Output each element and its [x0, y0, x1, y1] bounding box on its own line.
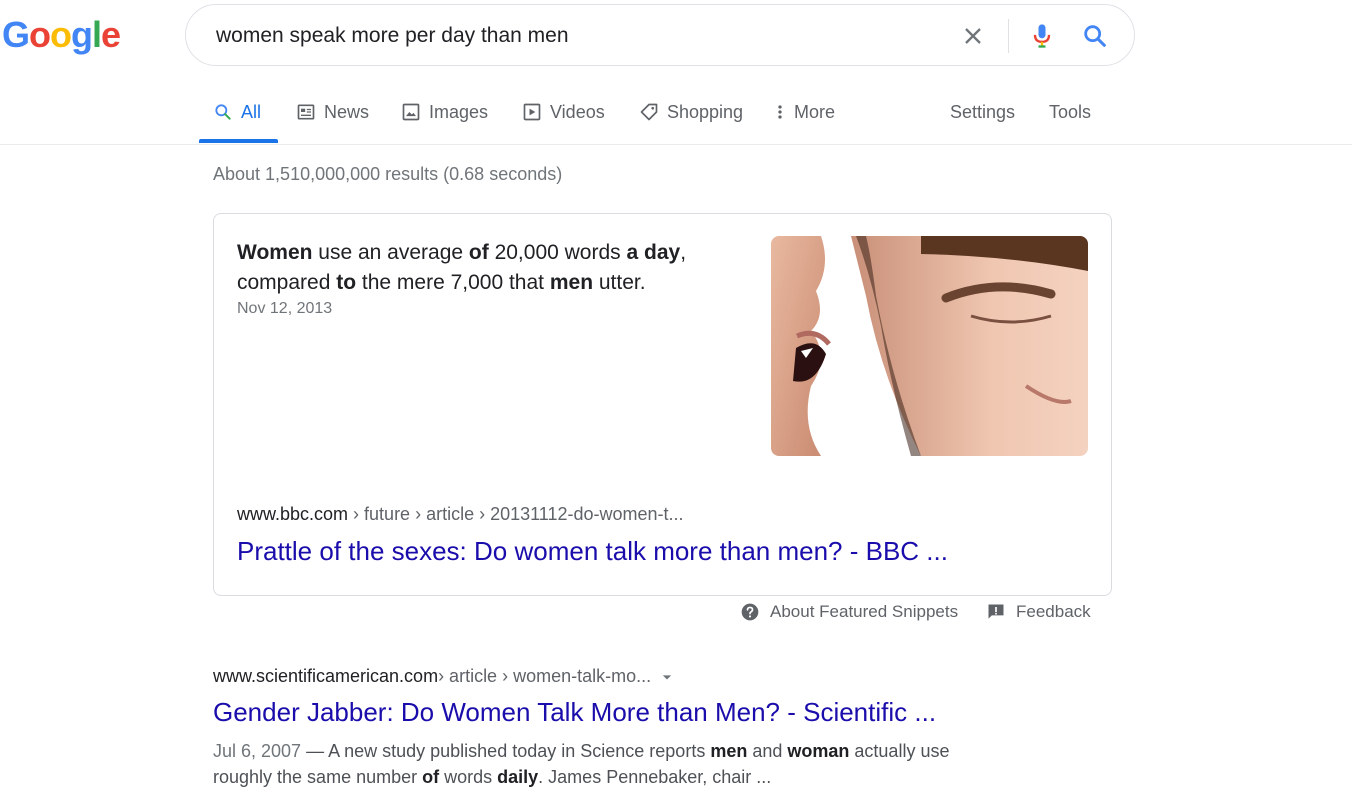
- logo-letter: e: [101, 14, 121, 55]
- tab-label: Videos: [550, 101, 605, 122]
- microphone-icon[interactable]: [1028, 22, 1056, 50]
- logo-letter: o: [50, 14, 72, 55]
- search-divider: [1008, 19, 1009, 53]
- search-box: [185, 4, 1135, 66]
- news-icon: [297, 104, 315, 120]
- help-icon: [741, 603, 759, 621]
- snippet-image[interactable]: [771, 236, 1088, 456]
- result-snippet-part: woman: [787, 741, 850, 761]
- google-logo[interactable]: Google: [2, 14, 124, 56]
- result-citation: www.scientificamerican.com › article › w…: [213, 666, 677, 687]
- snippet-text-part: 20,000 words: [488, 241, 627, 264]
- video-icon: [523, 103, 541, 121]
- result-snippet-part: . James Pennebaker, chair ...: [538, 767, 772, 787]
- tab-more[interactable]: More: [774, 100, 835, 124]
- cite-path: › article › women-talk-mo...: [438, 666, 652, 686]
- tag-icon: [640, 103, 658, 121]
- feedback-label: Feedback: [1016, 602, 1091, 621]
- snippet-text: Women use an average of 20,000 words a d…: [237, 238, 717, 298]
- tab-label: More: [794, 101, 836, 122]
- search-icon: [215, 104, 231, 120]
- cite-domain: www.scientificamerican.com: [213, 666, 439, 686]
- search-input[interactable]: [214, 19, 918, 53]
- tab-label: News: [324, 101, 370, 122]
- snippet-citation: www.bbc.com › future › article › 2013111…: [237, 504, 684, 525]
- result-snippet-part: men: [710, 741, 748, 761]
- tab-label: Images: [429, 101, 489, 122]
- about-featured-snippets-link[interactable]: About Featured Snippets: [740, 600, 958, 624]
- tab-images[interactable]: Images: [401, 100, 488, 124]
- tools-link[interactable]: Tools: [1049, 100, 1091, 124]
- active-tab-indicator: [199, 139, 278, 143]
- result-stats: About 1,510,000,000 results (0.68 second…: [213, 164, 563, 184]
- logo-letter: G: [2, 14, 30, 55]
- feedback-icon: [988, 604, 1004, 619]
- header-divider: [0, 144, 1352, 145]
- logo-letter: o: [29, 14, 51, 55]
- cite-path: › future › article › 20131112-do-women-t…: [348, 504, 684, 524]
- result-snippet-part: — A new study published today in Science…: [301, 741, 711, 761]
- tab-all[interactable]: All: [213, 100, 261, 124]
- snippet-text-part: use an average: [312, 241, 469, 264]
- tab-news[interactable]: News: [296, 100, 369, 124]
- tab-shopping[interactable]: Shopping: [639, 100, 743, 124]
- chevron-down-icon[interactable]: [657, 667, 677, 687]
- tab-label: Shopping: [667, 101, 744, 122]
- image-icon: [402, 103, 420, 121]
- result-snippet-part: daily: [497, 767, 539, 787]
- snippet-text-part: a day: [626, 241, 681, 264]
- snippet-text-part: utter.: [593, 271, 646, 294]
- tab-videos[interactable]: Videos: [522, 100, 605, 124]
- about-label: About Featured Snippets: [770, 602, 959, 621]
- settings-link[interactable]: Settings: [950, 100, 1015, 124]
- snippet-text-part: Women: [237, 241, 313, 264]
- snippet-text-part: to: [336, 271, 357, 294]
- result-snippet-part: words: [439, 767, 498, 787]
- search-tabs: All News Images Videos Shopping More Set…: [0, 86, 1352, 144]
- close-icon[interactable]: [959, 22, 987, 50]
- snippet-title-link[interactable]: Prattle of the sexes: Do women talk more…: [237, 536, 948, 567]
- result-snippet-part: of: [422, 767, 440, 787]
- snippet-text-part: the mere 7,000 that: [356, 271, 550, 294]
- result-snippet: Jul 6, 2007 — A new study published toda…: [213, 738, 1003, 790]
- tab-label: All: [241, 101, 262, 122]
- featured-snippet: Women use an average of 20,000 words a d…: [213, 213, 1112, 596]
- snippet-text-part: of: [468, 241, 489, 264]
- logo-letter: l: [92, 14, 102, 55]
- snippet-date: Nov 12, 2013: [237, 300, 333, 317]
- settings-label: Settings: [950, 101, 1016, 122]
- result-snippet-part: and: [747, 741, 788, 761]
- snippet-text-part: men: [549, 271, 594, 294]
- search-icon[interactable]: [1081, 22, 1109, 50]
- result-date: Jul 6, 2007: [213, 741, 302, 761]
- result-title-link[interactable]: Gender Jabber: Do Women Talk More than M…: [213, 697, 936, 728]
- logo-letter: g: [71, 14, 93, 55]
- more-vert-icon: [778, 105, 782, 119]
- feedback-link[interactable]: Feedback: [986, 600, 1091, 624]
- tools-label: Tools: [1049, 101, 1092, 122]
- cite-domain: www.bbc.com: [237, 504, 349, 524]
